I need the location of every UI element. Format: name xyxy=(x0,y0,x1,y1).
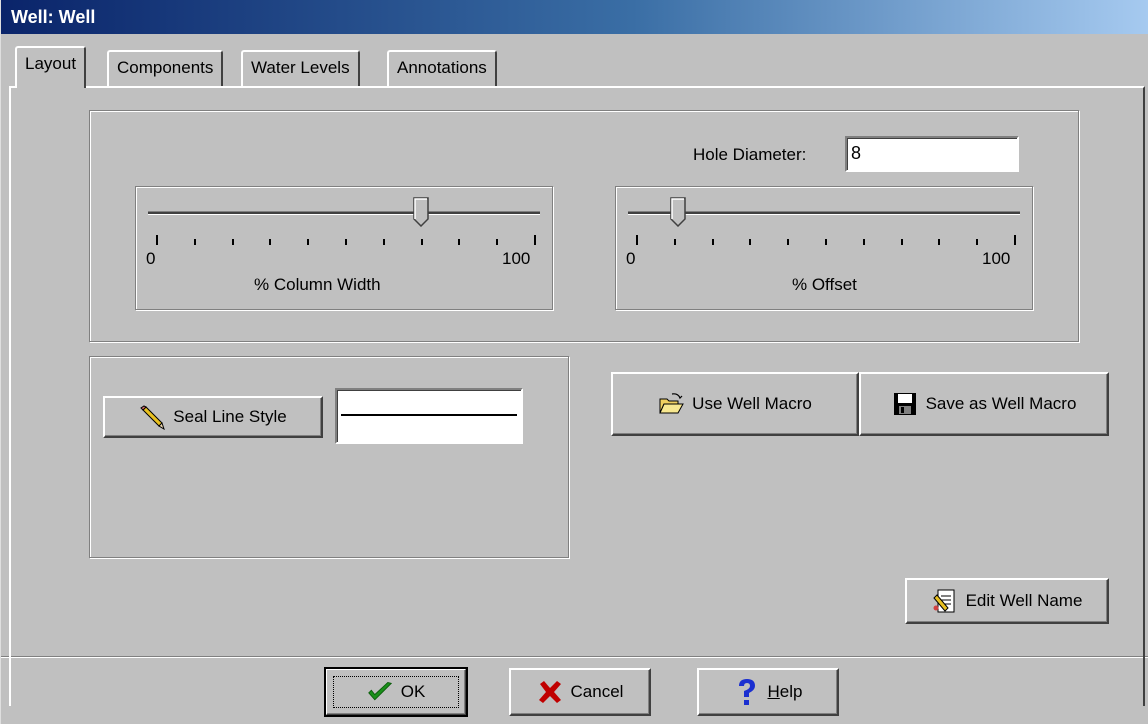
offset-tick xyxy=(711,239,714,245)
tab-components-label: Components xyxy=(117,58,214,77)
window-title: Well: Well xyxy=(11,7,96,27)
offset-tick xyxy=(825,239,827,245)
offset-label: % Offset xyxy=(792,275,857,294)
offset-tick xyxy=(787,239,790,245)
hole-diameter-label: Hole Diameter: xyxy=(693,145,807,164)
tab-annotations-label: Annotations xyxy=(397,58,487,77)
tab-water-levels[interactable]: Water Levels xyxy=(241,50,360,86)
column-width-max-label: 100 xyxy=(502,249,531,268)
column-width-tick xyxy=(382,239,385,245)
edit-well-name-button[interactable]: Edit Well Name xyxy=(905,578,1109,624)
well-dialog: Well: Well Layout Components Water Level… xyxy=(0,0,1148,724)
column-width-slider-box: 0 100 % Column Width xyxy=(135,186,553,310)
offset-slider-track[interactable] xyxy=(628,211,1020,215)
offset-max-label: 100 xyxy=(982,249,1011,268)
offset-tick xyxy=(636,235,638,245)
tab-components[interactable]: Components xyxy=(107,50,224,86)
save-as-well-macro-button[interactable]: Save as Well Macro xyxy=(859,372,1109,436)
edit-document-icon xyxy=(932,588,958,614)
save-as-well-macro-label: Save as Well Macro xyxy=(925,394,1077,413)
offset-min-label: 0 xyxy=(626,249,636,268)
offset-slider-box: 0 100 % Offset xyxy=(615,186,1033,310)
column-width-slider-thumb[interactable] xyxy=(412,197,429,227)
seal-line-style-label: Seal Line Style xyxy=(173,407,287,426)
seal-line-style-preview xyxy=(335,388,523,444)
column-width-tick xyxy=(496,239,499,245)
edit-well-name-label: Edit Well Name xyxy=(965,591,1083,610)
seal-group xyxy=(89,356,569,558)
column-width-tick xyxy=(420,239,423,245)
offset-tick xyxy=(673,239,676,245)
column-width-tick xyxy=(269,239,272,245)
offset-tick xyxy=(900,239,903,245)
column-width-slider-track[interactable] xyxy=(148,211,540,215)
column-width-tick xyxy=(345,239,347,245)
offset-tick xyxy=(1014,235,1016,245)
column-width-tick xyxy=(156,235,158,245)
offset-tick xyxy=(938,239,941,245)
hole-diameter-input[interactable]: 8 xyxy=(845,136,1019,172)
offset-slider-thumb[interactable] xyxy=(669,197,686,227)
offset-tick xyxy=(976,239,979,245)
column-width-tick xyxy=(534,235,536,245)
open-folder-icon xyxy=(658,391,685,417)
column-width-tick xyxy=(231,239,234,245)
use-well-macro-label: Use Well Macro xyxy=(692,394,812,413)
column-width-tick xyxy=(307,239,310,245)
seal-line-sample xyxy=(341,414,517,416)
title-bar[interactable]: Well: Well xyxy=(1,0,1148,34)
offset-tick xyxy=(749,239,752,245)
tab-annotations[interactable]: Annotations xyxy=(387,50,497,86)
seal-line-style-button[interactable]: Seal Line Style xyxy=(103,396,323,438)
column-width-label: % Column Width xyxy=(254,275,381,294)
column-width-tick xyxy=(193,239,196,245)
column-width-tick xyxy=(458,239,461,245)
pencil-icon xyxy=(139,404,166,430)
floppy-disk-icon xyxy=(892,391,918,417)
tab-layout[interactable]: Layout xyxy=(15,46,87,88)
offset-tick xyxy=(862,239,865,245)
column-width-min-label: 0 xyxy=(146,249,156,268)
use-well-macro-button[interactable]: Use Well Macro xyxy=(611,372,859,436)
tab-layout-label: Layout xyxy=(25,54,77,73)
tab-water-levels-label: Water Levels xyxy=(251,58,350,77)
